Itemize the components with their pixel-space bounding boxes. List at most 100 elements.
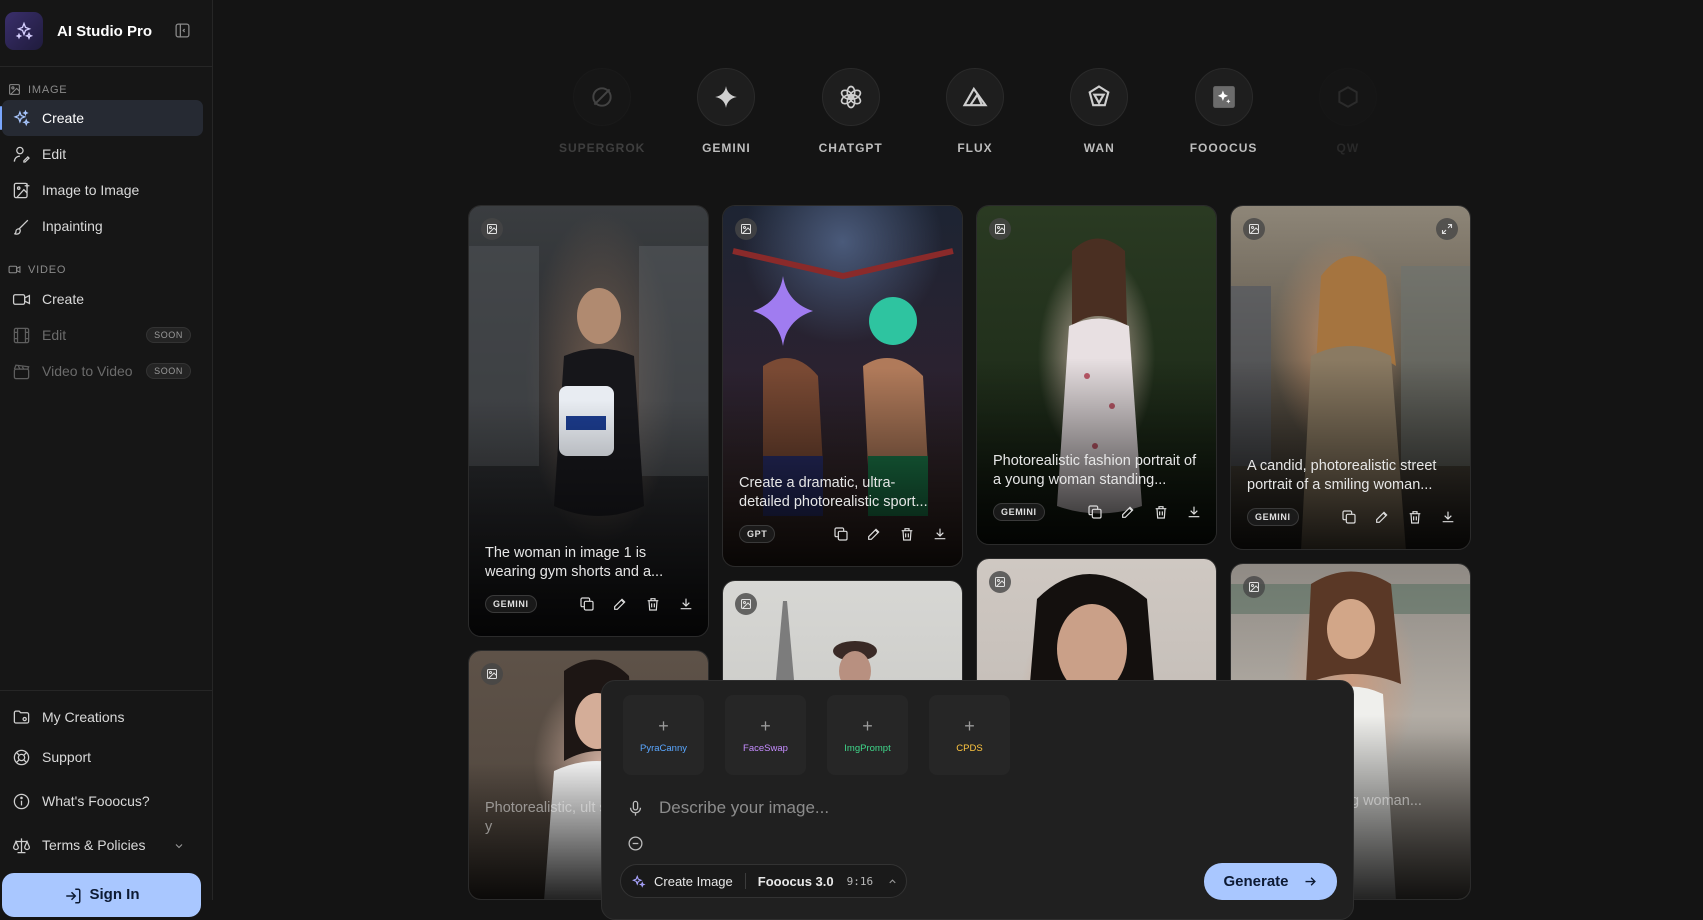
sparkle-logo-icon [5, 12, 43, 50]
image-type-icon [735, 593, 757, 615]
sidebar-item-label: Inpainting [42, 218, 103, 234]
sidebar-item-image-edit[interactable]: Edit [2, 136, 203, 172]
sidebar-item-terms[interactable]: Terms & Policies [2, 827, 203, 863]
expand-icon[interactable] [1436, 218, 1458, 240]
fooocus-icon [1194, 68, 1253, 126]
sidebar-item-label: Support [42, 749, 92, 765]
model-chatgpt[interactable]: CHATGPT [789, 68, 913, 168]
folder-icon [10, 706, 32, 728]
copy-icon[interactable] [1340, 508, 1357, 525]
edit-icon[interactable] [865, 525, 882, 542]
tool-faceswap[interactable]: + FaceSwap [725, 695, 806, 775]
tool-pyracanny[interactable]: + PyraCanny [623, 695, 704, 775]
image-type-icon [481, 218, 503, 240]
edit-icon[interactable] [1119, 503, 1136, 520]
info-icon [10, 790, 32, 812]
trash-icon[interactable] [644, 595, 661, 612]
model-badge: GEMINI [485, 595, 537, 613]
video-icon [8, 265, 21, 274]
image-type-icon [481, 663, 503, 685]
minus-circle-icon[interactable] [627, 835, 644, 857]
section-label-video: VIDEO [8, 263, 66, 276]
tool-imgprompt[interactable]: + ImgPrompt [827, 695, 908, 775]
model-fooocus[interactable]: FOOOCUS [1161, 68, 1285, 168]
copy-icon[interactable] [578, 595, 595, 612]
sparkles-icon [631, 874, 646, 889]
card-prompt: A candid, photorealistic street portrait… [1247, 458, 1437, 493]
gemini-sparkle-icon [697, 68, 756, 126]
soon-badge: SOON [146, 327, 191, 343]
sparkles-icon [10, 107, 32, 129]
image-type-icon [1243, 576, 1265, 598]
lifebuoy-icon [10, 746, 32, 768]
sidebar-item-label: Image to Image [42, 182, 140, 198]
model-gemini[interactable]: GEMINI [664, 68, 788, 168]
sidebar-item-label: My Creations [42, 709, 125, 725]
generate-button[interactable]: Generate [1204, 863, 1337, 900]
sidebar-item-video-create[interactable]: Create [2, 281, 203, 317]
sidebar-item-support[interactable]: Support [2, 739, 203, 775]
image-type-icon [989, 571, 1011, 593]
sidebar-item-label: Terms & Policies [42, 837, 146, 853]
model-supergrok[interactable]: SUPERGROK [540, 68, 664, 168]
edit-icon[interactable] [611, 595, 628, 612]
sidebar-item-inpainting[interactable]: Inpainting [2, 208, 203, 244]
model-qwen[interactable]: QW [1286, 68, 1410, 168]
gallery-card[interactable]: The woman in image 1 is wearing gym shor… [468, 205, 709, 637]
qwen-icon [1318, 68, 1377, 126]
model-wan[interactable]: WAN [1037, 68, 1161, 168]
engine-label: Fooocus 3.0 [757, 873, 834, 889]
model-badge: GEMINI [1247, 508, 1299, 526]
sidebar: AI Studio Pro IMAGE Create Edit Image to… [0, 0, 213, 917]
openai-icon [821, 68, 880, 126]
download-icon[interactable] [1439, 508, 1456, 525]
flux-icon [945, 68, 1004, 126]
sidebar-item-video-edit: Edit SOON [2, 317, 203, 353]
download-icon[interactable] [1185, 503, 1202, 520]
video-camera-icon [10, 288, 32, 310]
app-name: AI Studio Pro [57, 22, 152, 40]
plus-icon: + [658, 715, 669, 736]
model-flux[interactable]: FLUX [913, 68, 1037, 168]
sidebar-item-label: Video to Video [42, 363, 133, 379]
gallery-card[interactable]: A candid, photorealistic street portrait… [1230, 205, 1471, 550]
image-type-icon [989, 218, 1011, 240]
copy-icon[interactable] [1086, 503, 1103, 520]
microphone-icon[interactable] [627, 800, 644, 822]
trash-icon[interactable] [1406, 508, 1423, 525]
download-icon[interactable] [677, 595, 694, 612]
section-label-image: IMAGE [8, 83, 67, 96]
card-prompt: The woman in image 1 is wearing gym shor… [485, 545, 664, 580]
wan-icon [1070, 68, 1129, 126]
film-icon [10, 324, 32, 346]
edit-icon[interactable] [1373, 508, 1390, 525]
trash-icon[interactable] [1152, 503, 1169, 520]
sign-in-button[interactable]: Sign In [2, 873, 201, 917]
generation-settings[interactable]: Create Image Fooocus 3.0 9:16 [620, 864, 907, 898]
model-badge: GPT [739, 525, 776, 543]
prompt-composer: + PyraCanny + FaceSwap + ImgPrompt + CPD… [601, 680, 1354, 920]
sidebar-item-my-creations[interactable]: My Creations [2, 699, 203, 735]
sidebar-item-image-to-image[interactable]: Image to Image [2, 172, 203, 208]
sidebar-item-label: What's Fooocus? [42, 793, 150, 809]
image-icon [9, 84, 20, 95]
brand[interactable]: AI Studio Pro [5, 12, 152, 50]
divider [744, 873, 746, 889]
sidebar-item-image-create[interactable]: Create [0, 100, 203, 136]
gallery-card[interactable]: Create a dramatic, ultra-detailed photor… [722, 205, 963, 567]
sidebar-item-label: Create [42, 291, 85, 307]
gallery-card[interactable]: Photorealistic fashion portrait of a you… [976, 205, 1217, 545]
sidebar-item-whats-fooocus[interactable]: What's Fooocus? [2, 783, 203, 819]
arrow-right-icon [1305, 877, 1316, 886]
tool-cpds[interactable]: + CPDS [929, 695, 1010, 775]
sidebar-item-label: Edit [42, 327, 67, 343]
download-icon[interactable] [931, 525, 948, 542]
prompt-input[interactable] [659, 794, 1259, 822]
chevron-up-icon [887, 876, 898, 887]
copy-icon[interactable] [832, 525, 849, 542]
image-plus-icon [10, 179, 32, 201]
mode-label: Create Image [654, 873, 733, 889]
collapse-sidebar-icon[interactable] [174, 22, 191, 39]
soon-badge: SOON [146, 363, 191, 379]
trash-icon[interactable] [898, 525, 915, 542]
